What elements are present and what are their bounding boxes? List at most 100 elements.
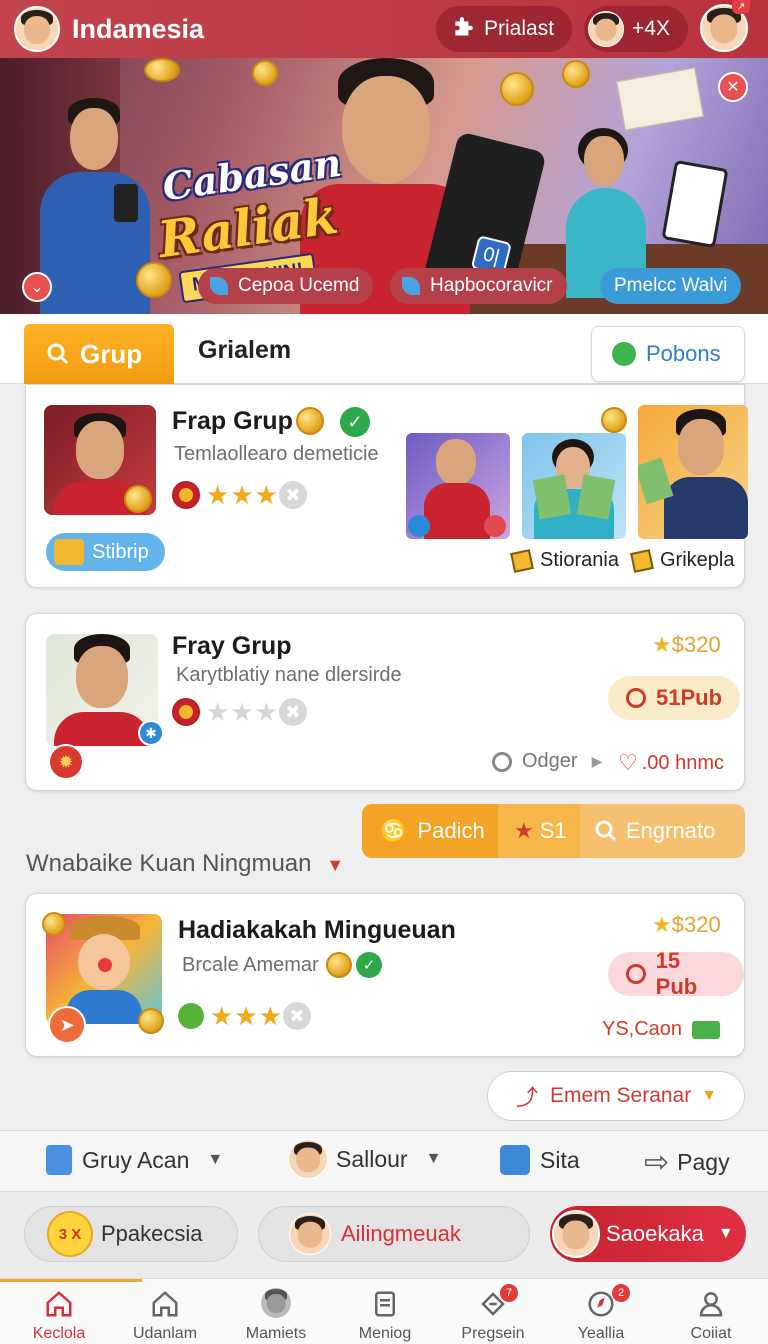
tag-stiorania[interactable]: Stiorania <box>510 548 619 573</box>
padich-button[interactable]: ♋ Padich <box>362 804 498 858</box>
member-avatar <box>588 11 624 47</box>
banner-chip-label: Cepoa Ucemd <box>238 275 360 296</box>
meta-likes[interactable]: ♡ .00 hnmc <box>618 750 724 776</box>
group-card-2[interactable]: ✱ ✹ Fray Grup Karytblatiy nane dlersirde… <box>25 613 745 791</box>
group-card-title: Hadiakakah Mingueuan <box>178 916 456 944</box>
filter-sita[interactable]: Sita <box>500 1145 580 1175</box>
nav-mamiets[interactable]: Mamiets <box>221 1279 331 1344</box>
mini-thumbnail[interactable] <box>406 433 510 539</box>
coin-icon <box>252 60 278 86</box>
coin-icon <box>601 407 627 433</box>
promo-banner[interactable]: 0| Cabasan Raliak MDGBONIN! ⌄ ✕ Cepoa Uc… <box>0 58 768 314</box>
banner-chip-3[interactable]: Pmelcc Walvi <box>600 268 742 304</box>
banner-chip-1[interactable]: Cepoa Ucemd <box>198 268 374 304</box>
send-icon: ➤ <box>48 1006 86 1044</box>
search-icon <box>626 688 646 708</box>
clover-icon <box>178 1003 204 1029</box>
star-icon: ★ <box>234 1001 258 1031</box>
ticket-icon <box>630 548 654 573</box>
nav-coiiat[interactable]: Coiiat <box>656 1279 766 1344</box>
nav-yeallia[interactable]: Yeallia 2 <box>546 1279 656 1344</box>
sync-icon <box>492 751 512 772</box>
chevron-down-icon: ▼ <box>425 1150 442 1167</box>
prialast-label: Prialast <box>484 17 555 40</box>
profile-avatar <box>260 1287 292 1319</box>
tag-grikepla[interactable]: Grikepla <box>630 548 734 573</box>
coin-icon <box>562 60 590 88</box>
sun-badge-icon: ✹ <box>48 744 84 780</box>
star-icon: ★ <box>254 697 278 727</box>
search-icon <box>626 964 646 984</box>
search-icon <box>47 343 69 365</box>
check-icon <box>612 342 636 366</box>
meta-label[interactable]: YS,Caon <box>602 1018 721 1041</box>
pub-button[interactable]: 51Pub <box>608 676 741 720</box>
coin-icon <box>138 1008 164 1034</box>
star-empty-icon: ✖ <box>278 481 307 509</box>
coin-icon <box>326 952 352 978</box>
verified-icon: ✓ <box>340 407 370 437</box>
filter-sallour[interactable]: Sallour ▼ <box>288 1139 441 1179</box>
leaf-icon <box>210 277 228 295</box>
play-icon: ▶ <box>591 753 603 769</box>
chat-icon <box>500 1145 530 1175</box>
engrnato-button[interactable]: Engrnato <box>580 804 745 858</box>
heart-icon: ♡ <box>618 750 638 775</box>
banner-close-button[interactable]: ✕ <box>718 72 748 102</box>
prialast-button[interactable]: Prialast <box>436 6 573 52</box>
coin-badge-icon <box>172 698 200 726</box>
mini-thumbnail[interactable] <box>638 405 748 539</box>
rating-stars: ★ ★ ★ ✖ <box>172 481 307 509</box>
group-card-title: Fray Grup <box>172 632 292 660</box>
chip-ppakecsia[interactable]: 3 X Ppakecsia <box>24 1206 238 1262</box>
close-icon: ✕ <box>726 79 740 96</box>
price-label: ★$320 <box>652 912 721 937</box>
pub-button[interactable]: 15 Pub <box>608 948 744 999</box>
banner-tablet <box>661 159 729 249</box>
coin-icon <box>144 58 180 82</box>
mini-thumbnail[interactable] <box>522 433 626 539</box>
coin-icon <box>500 72 534 106</box>
group-card-3[interactable]: ➤ Hadiakakah Mingueuan Brcale Amemar ✓ ★… <box>25 893 745 1057</box>
chevron-down-icon: ▼ <box>326 855 345 875</box>
coin-icon <box>296 407 324 435</box>
nav-meniog[interactable]: Meniog <box>330 1279 440 1344</box>
s1-button[interactable]: ★ S1 <box>498 804 580 858</box>
share-icon: ⤴ <box>516 1085 539 1110</box>
pobons-label: Pobons <box>646 341 721 366</box>
chevron-down-icon: ▼ <box>717 1225 734 1242</box>
nav-udanlam[interactable]: Udanlam <box>110 1279 220 1344</box>
banner-chip-2[interactable]: Hapbocoravicr <box>390 268 567 304</box>
star-empty-icon: ✖ <box>278 698 307 726</box>
coin-icon: 3 X <box>47 1211 93 1257</box>
stibrip-button[interactable]: Stibrip <box>46 533 165 571</box>
tab-grup[interactable]: Grup <box>24 324 174 384</box>
ticket-icon <box>510 548 534 573</box>
meta-odger[interactable]: Odger ▶ <box>492 750 602 773</box>
chip-saoekaka[interactable]: Saoekaka ▼ <box>550 1206 746 1262</box>
crab-icon: ♋ <box>380 818 408 843</box>
nav-pregsein[interactable]: Pregsein 7 <box>438 1279 548 1344</box>
members-button[interactable]: +4X <box>584 6 688 52</box>
tab-grup-label: Grup <box>80 338 143 369</box>
profile-avatar[interactable] <box>14 6 60 52</box>
home-icon <box>46 1291 72 1317</box>
pobons-button[interactable]: Pobons <box>591 326 745 382</box>
tab-grialem[interactable]: Grialem <box>198 336 291 365</box>
emem-seranar-button[interactable]: ⤴ Emem Seranar ▼ <box>487 1071 745 1121</box>
document-icon <box>375 1291 395 1317</box>
chip-ailingmeuak[interactable]: Ailingmeuak <box>258 1206 530 1262</box>
section-title[interactable]: Wnabaike Kuan Ningmuan ▼ <box>26 850 344 878</box>
group-card-1[interactable]: Frap Grup ✓ Temlaollearo demeticie ★ ★ ★… <box>25 384 748 588</box>
banner-collapse-button[interactable]: ⌄ <box>22 272 52 302</box>
star-icon: ★ <box>206 697 230 727</box>
user-icon <box>699 1292 723 1317</box>
stibrip-label: Stibrip <box>92 540 149 563</box>
filter-gruy-acan[interactable]: Gruy Acan ▼ <box>46 1145 223 1175</box>
chevron-down-icon: ▼ <box>701 1087 718 1104</box>
chip-bar: 3 X Ppakecsia Ailingmeuak Saoekaka ▼ <box>0 1192 768 1278</box>
filter-pagy[interactable]: ⇨ Pagy <box>644 1145 730 1180</box>
action-strip: ♋ Padich ★ S1 Engrnato <box>362 804 745 858</box>
chest-icon <box>54 539 84 565</box>
nav-keclola[interactable]: Keclola <box>4 1279 114 1344</box>
